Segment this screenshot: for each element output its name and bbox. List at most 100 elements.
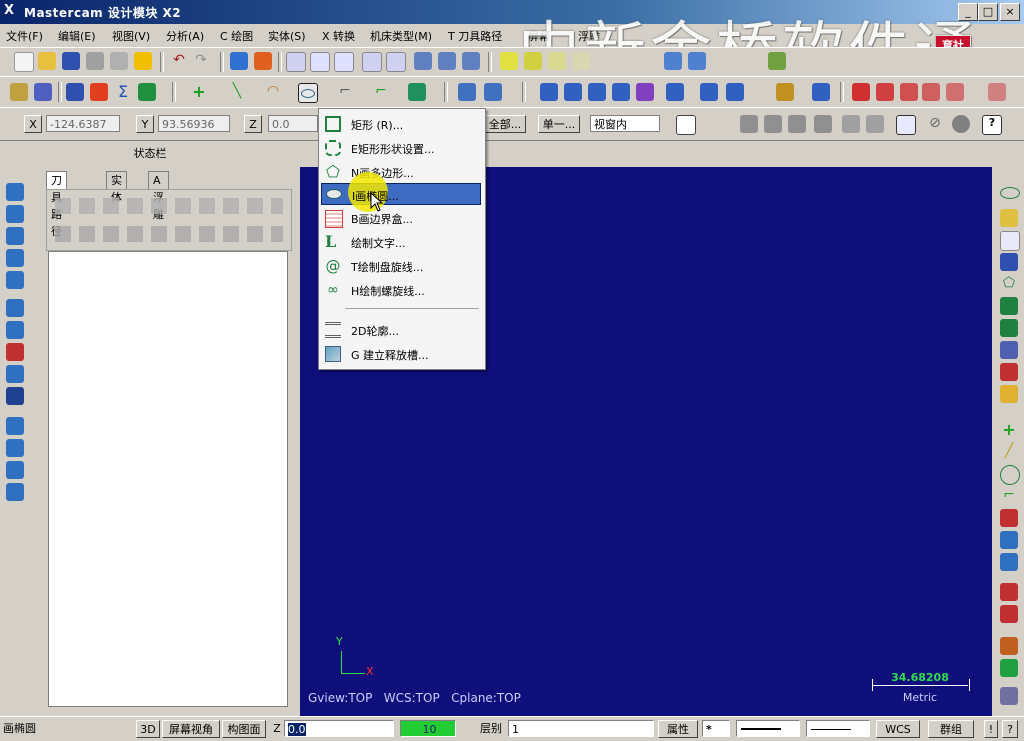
line-width-select[interactable] (806, 720, 870, 737)
line-style-select[interactable] (736, 720, 800, 737)
solid-sweep-icon[interactable] (6, 227, 24, 245)
line-icon[interactable]: ╲ (228, 83, 246, 101)
xform-4-icon[interactable] (612, 83, 630, 101)
circle-right-icon[interactable] (1000, 465, 1020, 485)
menu-toolpaths[interactable]: T 刀具路径 (448, 28, 502, 44)
cube-view-3-icon[interactable] (548, 52, 566, 70)
exit-icon[interactable] (138, 83, 156, 101)
cube-view-2-icon[interactable] (524, 52, 542, 70)
view-tool-3-icon[interactable] (462, 52, 480, 70)
solid-shell-icon[interactable] (6, 299, 24, 317)
solid-loft-icon[interactable] (6, 249, 24, 267)
zoom-target-icon[interactable] (334, 52, 354, 72)
analyze-2-icon[interactable] (34, 83, 52, 101)
break-icon[interactable] (484, 83, 502, 101)
trim-icon[interactable] (458, 83, 476, 101)
solid-draft-icon[interactable] (6, 387, 24, 405)
solid-drawing-icon[interactable] (6, 439, 24, 457)
save-right-icon[interactable] (1000, 253, 1018, 271)
cube-view-icon[interactable] (500, 52, 518, 70)
repaint-icon[interactable] (254, 52, 272, 70)
zoom-out-icon[interactable] (362, 52, 382, 72)
wireframe-icon[interactable] (664, 52, 682, 70)
menu-create[interactable]: C 绘图 (220, 28, 253, 44)
grid-right-icon[interactable] (1000, 509, 1018, 527)
save-as-icon[interactable] (1000, 341, 1018, 359)
attributes-button[interactable]: 属性 (658, 720, 698, 738)
fillet-right-icon[interactable]: ⌐ (1000, 487, 1018, 505)
solid-check-icon[interactable] (6, 461, 24, 479)
ellipse-right-icon[interactable] (1000, 187, 1020, 199)
view-options-icon[interactable] (768, 52, 786, 70)
sum-icon[interactable]: Σ (114, 83, 132, 101)
solid-trim-icon[interactable] (6, 343, 24, 361)
solid-manager-icon[interactable] (6, 483, 24, 501)
xform-7-icon[interactable] (700, 83, 718, 101)
level-field[interactable]: 1 (508, 720, 654, 737)
solid-select-5-icon[interactable] (842, 115, 860, 133)
grid-icon[interactable] (852, 83, 870, 101)
x-label[interactable]: X (24, 115, 42, 133)
zoom-in-icon[interactable] (386, 52, 406, 72)
x-coordinate-field[interactable]: -124.6387 (46, 115, 120, 132)
menu-item-polygon[interactable]: ⬠ N画多边形... (321, 161, 481, 183)
select-box-icon[interactable] (676, 115, 696, 135)
z-coordinate-field[interactable]: 0.0 (268, 115, 318, 132)
help-icon[interactable]: ? (982, 115, 1002, 135)
cplane-button[interactable]: 构图面 (222, 720, 266, 738)
color-icon[interactable] (90, 83, 108, 101)
warning-button[interactable]: ! (984, 720, 998, 738)
page-icon[interactable] (1000, 231, 1020, 251)
select-single-button[interactable]: 单一... (538, 115, 580, 133)
pencil-icon[interactable] (1000, 209, 1018, 227)
operations-tree[interactable] (48, 251, 288, 707)
color-right-icon[interactable] (1000, 637, 1018, 655)
menu-item-2d-profile[interactable]: 2D轮廓... (321, 319, 481, 341)
list-icon[interactable] (876, 83, 894, 101)
arc-icon[interactable]: ◠ (264, 83, 282, 101)
menu-solids[interactable]: 实体(S) (268, 28, 306, 44)
level-label[interactable]: 层别 (476, 720, 506, 738)
line-right-icon[interactable]: ╱ (1000, 443, 1018, 461)
y-coordinate-field[interactable]: 93.56936 (158, 115, 230, 132)
xform-3-icon[interactable] (588, 83, 606, 101)
magnet-icon[interactable] (1000, 363, 1018, 381)
point-style-select[interactable]: * (702, 720, 730, 737)
tools-right-icon[interactable] (1000, 687, 1018, 705)
menu-item-rect-shape[interactable]: E矩形形状设置... (321, 137, 481, 159)
clear-select-icon[interactable]: ⊘ (926, 115, 944, 133)
group-button[interactable]: 群组 (928, 720, 974, 738)
menu-file[interactable]: 文件(F) (6, 28, 43, 44)
menu-machine-type[interactable]: 机床类型(M) (370, 28, 432, 44)
solid-select-3-icon[interactable] (788, 115, 806, 133)
menu-view[interactable]: 视图(V) (112, 28, 150, 44)
solid-select-4-icon[interactable] (814, 115, 832, 133)
redo-icon[interactable]: ↷ (192, 52, 210, 70)
xform-8-icon[interactable] (726, 83, 744, 101)
mask-4-icon[interactable] (988, 83, 1006, 101)
menu-item-relief-groove[interactable]: G 建立释放槽... (321, 343, 481, 365)
point-right-icon[interactable]: + (1000, 421, 1018, 439)
y-label[interactable]: Y (136, 115, 154, 133)
analyze-icon[interactable] (10, 83, 28, 101)
point-icon[interactable]: + (190, 83, 208, 101)
shaded-icon[interactable] (688, 52, 706, 70)
solid-select-2-icon[interactable] (764, 115, 782, 133)
spline-icon[interactable] (408, 83, 426, 101)
menu-item-helix[interactable]: ∞ H绘制螺旋线... (321, 279, 481, 301)
xform-2-icon[interactable] (564, 83, 582, 101)
shape-settings-icon[interactable] (1000, 297, 1018, 315)
mask-3-icon[interactable] (946, 83, 964, 101)
xform-6-icon[interactable] (666, 83, 684, 101)
solid-fillet-icon[interactable] (6, 271, 24, 289)
tab-art[interactable]: A 浮雕 (148, 171, 169, 221)
surface-right-icon[interactable] (1000, 553, 1018, 571)
view-tool-2-icon[interactable] (438, 52, 456, 70)
tab-toolpaths[interactable]: 刀具路径 (46, 171, 67, 238)
xform-icon[interactable] (540, 83, 558, 101)
selection-mode-select[interactable]: 视窗内 (590, 115, 660, 132)
view-tool-icon[interactable] (414, 52, 432, 70)
wcs-button[interactable]: WCS (876, 720, 920, 738)
menu-item-text[interactable]: L 绘制文字... (321, 231, 481, 253)
close-button[interactable]: × (1000, 3, 1020, 21)
